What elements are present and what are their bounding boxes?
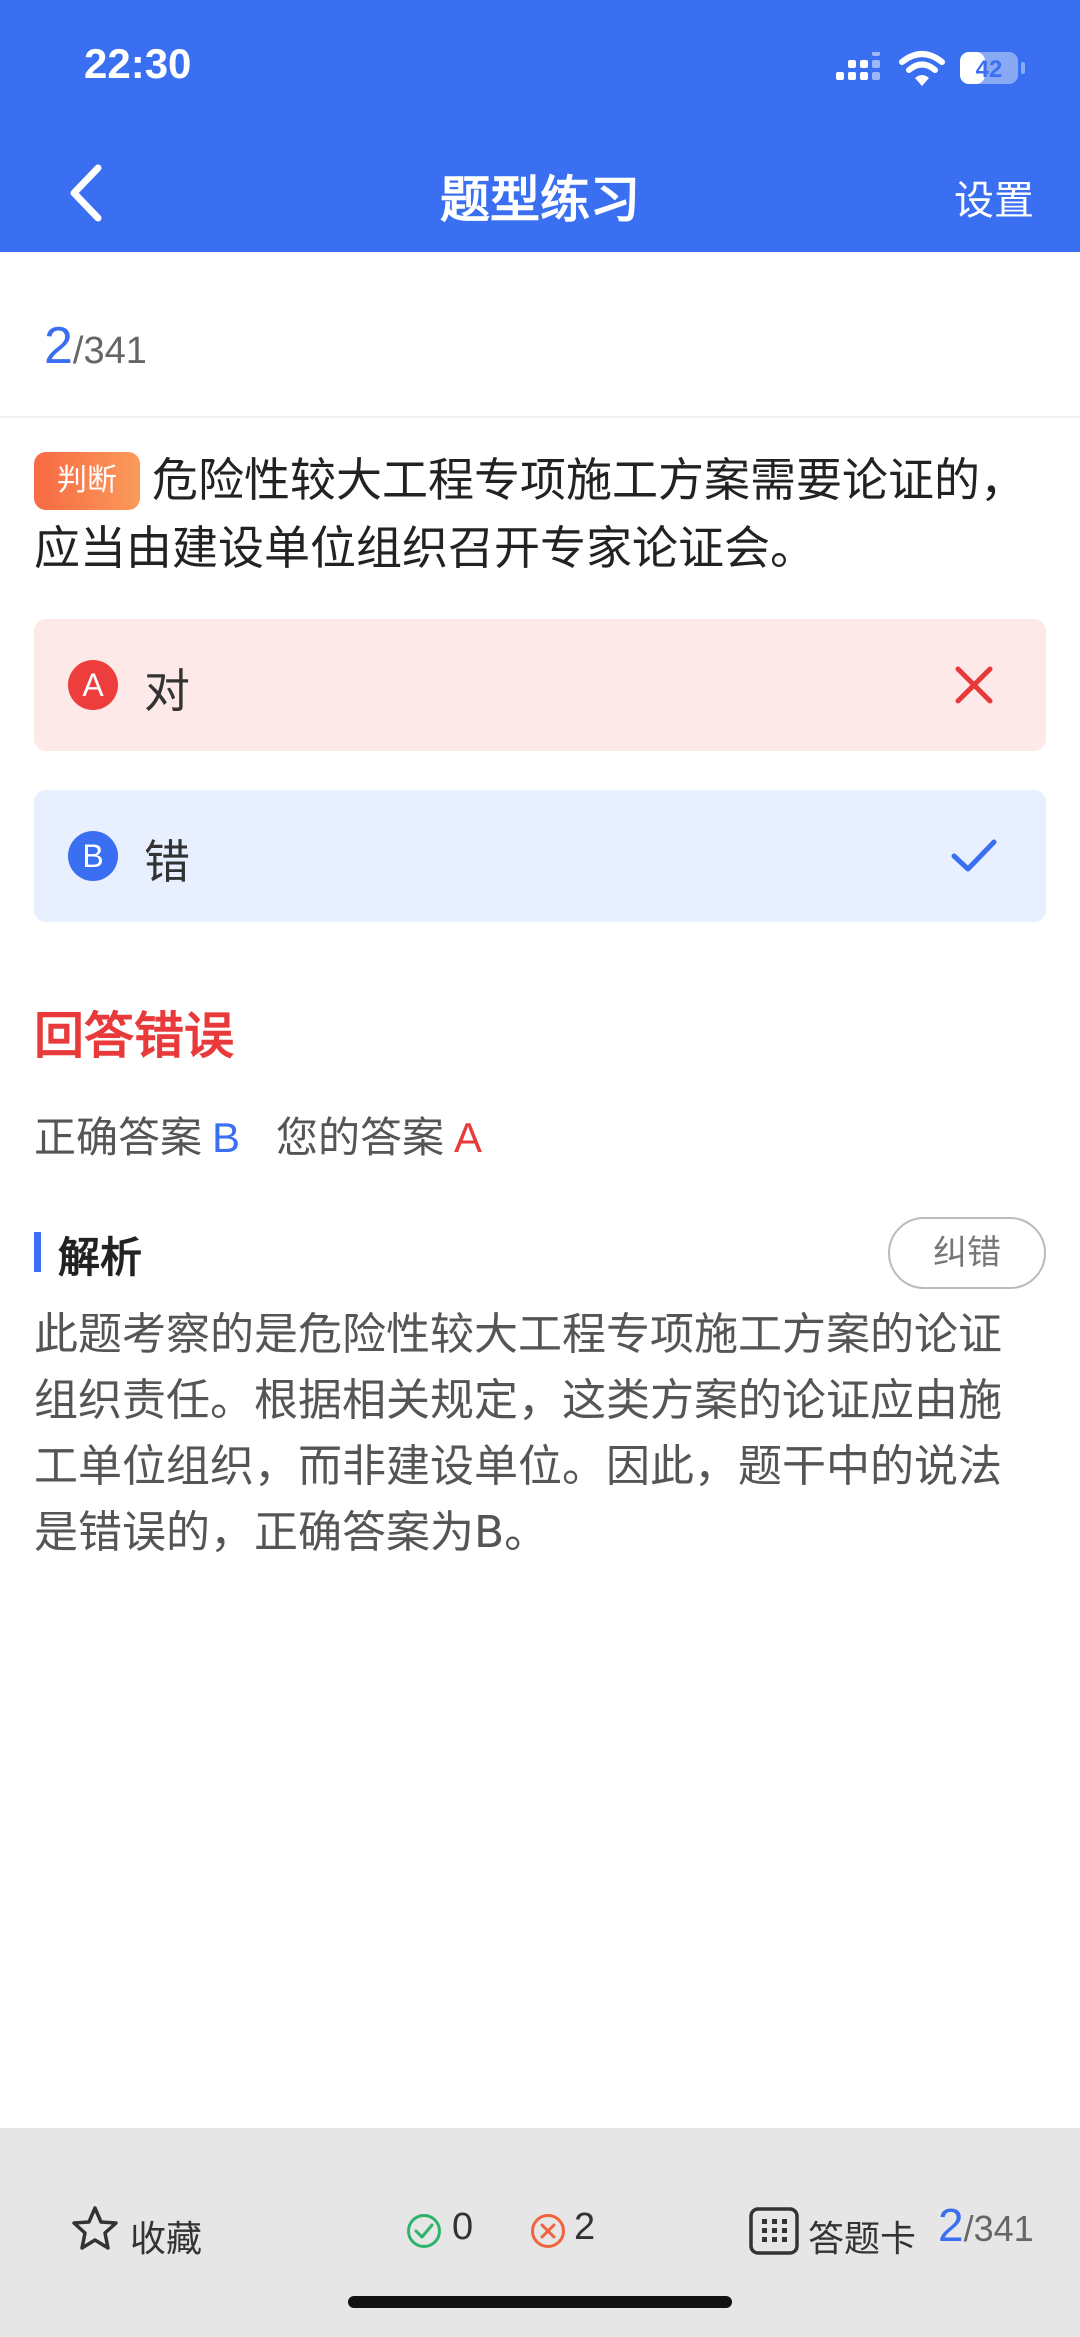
header: 22:30 42 题型练习 设置 bbox=[0, 0, 1080, 252]
star-icon[interactable] bbox=[70, 2204, 120, 2254]
home-indicator bbox=[348, 2296, 732, 2308]
answer-card-button[interactable]: 答题卡 bbox=[808, 2210, 916, 2262]
bottom-progress-total: /341 bbox=[963, 2208, 1034, 2249]
analysis-title: 解析 bbox=[58, 1233, 143, 1282]
bottom-progress: 2/341 bbox=[938, 2198, 1034, 2252]
question-type-tag: 判断 bbox=[34, 452, 140, 510]
correct-count: 0 bbox=[452, 2206, 474, 2248]
option-text: 错 bbox=[144, 835, 190, 889]
status-bar: 22:30 42 bbox=[0, 0, 1080, 130]
progress-current: 2 bbox=[44, 317, 73, 375]
option-text: 对 bbox=[144, 664, 190, 718]
wifi-icon bbox=[899, 51, 945, 86]
option-letter: B bbox=[68, 831, 118, 881]
battery-level: 42 bbox=[976, 56, 1003, 83]
answer-summary: 正确答案 B 您的答案 A bbox=[34, 1104, 482, 1165]
status-time: 22:30 bbox=[84, 40, 192, 87]
your-answer-value: A bbox=[454, 1114, 483, 1161]
page-title: 题型练习 bbox=[440, 171, 640, 229]
correct-answer-value: B bbox=[212, 1114, 241, 1161]
settings-button[interactable]: 设置 bbox=[954, 168, 1034, 226]
progress-total: /341 bbox=[72, 330, 147, 372]
analysis-text: 此题考察的是危险性较大工程专项施工方案的论证组织责任。根据相关规定，这类方案的论… bbox=[34, 1309, 1002, 1558]
divider bbox=[0, 416, 1080, 418]
option-a[interactable]: A 对 bbox=[34, 619, 1046, 751]
report-error-button[interactable]: 纠错 bbox=[888, 1217, 1046, 1289]
answer-result: 回答错误 bbox=[34, 1007, 234, 1065]
battery-icon: 42 bbox=[960, 50, 1026, 86]
cellular-signal-icon bbox=[836, 52, 880, 80]
favorite-button[interactable]: 收藏 bbox=[130, 2210, 202, 2262]
correct-answer-label: 正确答案 bbox=[34, 1113, 203, 1162]
option-b[interactable]: B 错 bbox=[34, 790, 1046, 922]
x-circle-icon bbox=[531, 2214, 565, 2248]
question-progress: 2/341 bbox=[44, 316, 147, 376]
section-accent-bar bbox=[34, 1232, 41, 1272]
bottom-progress-current: 2 bbox=[938, 2199, 964, 2251]
wrong-count: 2 bbox=[574, 2206, 596, 2248]
option-letter: A bbox=[68, 660, 118, 710]
question-text: 危险性较大工程专项施工方案需要论证的，应当由建设单位组织召开专家论证会。 bbox=[34, 453, 1026, 575]
check-icon bbox=[951, 839, 997, 872]
close-icon bbox=[955, 666, 993, 704]
nav-bar: 题型练习 设置 bbox=[0, 130, 1080, 252]
question-stem: 判断 危险性较大工程专项施工方案需要论证的，应当由建设单位组织召开专家论证会。 bbox=[34, 446, 1034, 582]
check-circle-icon bbox=[407, 2214, 441, 2248]
your-answer-label: 您的答案 bbox=[276, 1113, 445, 1162]
grid-icon[interactable] bbox=[748, 2206, 800, 2256]
